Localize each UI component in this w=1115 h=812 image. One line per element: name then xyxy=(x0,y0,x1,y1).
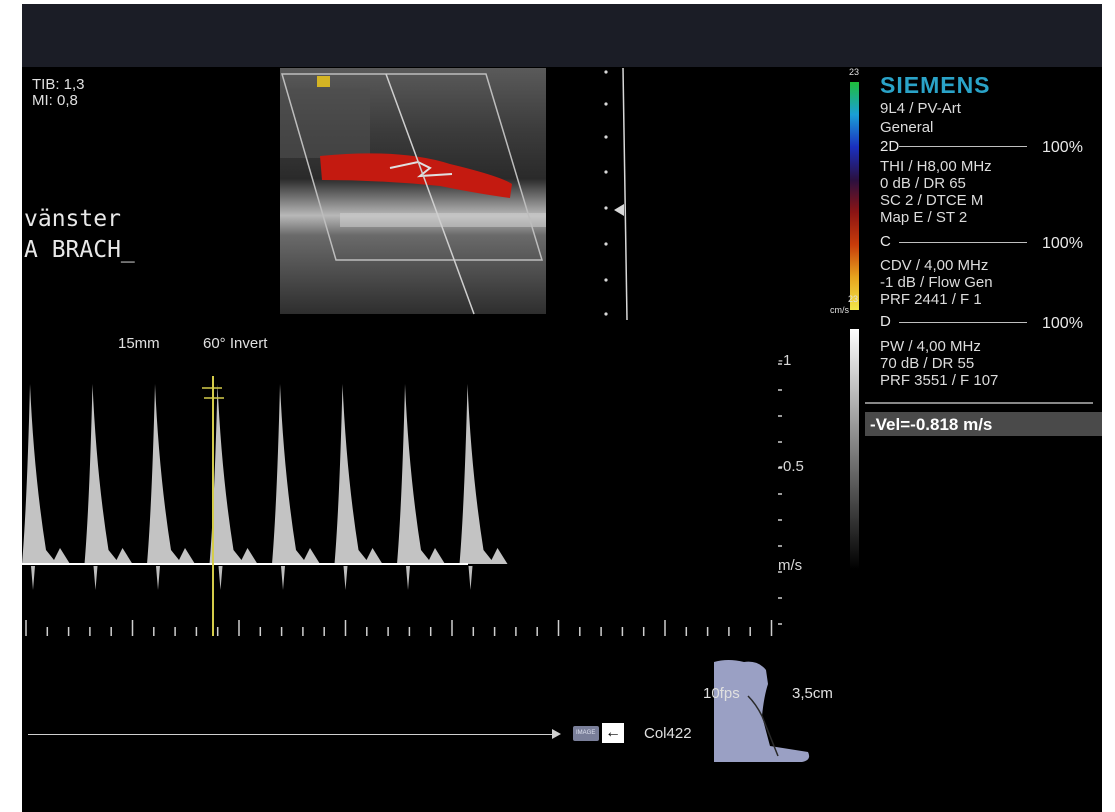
velocity-measurement: -Vel=-0.818 m/s xyxy=(870,415,993,434)
reverse-flow-mark xyxy=(93,566,98,590)
spectral-doppler-trace xyxy=(22,363,782,636)
colormap-icon: IMAGE xyxy=(573,726,599,741)
velocity-scale-label: -1 xyxy=(778,352,792,369)
mode-2d-param: 0 dB / DR 65 xyxy=(880,175,966,192)
mode-2d-line xyxy=(899,146,1027,147)
probe-position-icon xyxy=(714,660,810,762)
doppler-waveform-peak xyxy=(459,384,508,564)
colormap-name: Col422 xyxy=(644,725,692,742)
reverse-flow-mark xyxy=(468,566,473,590)
mode-2d-param: Map E / ST 2 xyxy=(880,209,968,226)
probe-preset: 9L4 / PV-Art xyxy=(880,100,961,117)
frame-rate: 10fps xyxy=(703,685,740,702)
mode-doppler-power: 100% xyxy=(1042,315,1083,332)
doppler-gray-bar xyxy=(850,329,859,569)
measurement-separator xyxy=(865,402,1093,404)
mode-color-label: C xyxy=(880,233,891,250)
doppler-waveform-peak xyxy=(22,384,70,564)
reverse-flow-mark xyxy=(31,566,35,590)
reverse-flow-mark xyxy=(156,566,160,590)
mode-2d-param: THI / H8,00 MHz xyxy=(880,158,992,175)
reverse-flow-mark xyxy=(343,566,348,590)
velocity-scale-label: -0.5 xyxy=(778,458,804,475)
gate-size: 15mm xyxy=(118,335,160,352)
color-scale-bottom: 23 xyxy=(848,294,859,304)
mode-2d-label: 2D xyxy=(880,138,900,155)
mode-color-param: CDV / 4,00 MHz xyxy=(880,257,989,274)
mode-doppler-line xyxy=(899,322,1027,323)
b-mode-image xyxy=(280,68,546,315)
mode-2d-power: 100% xyxy=(1042,139,1083,156)
color-scale-top: 23 xyxy=(849,67,860,77)
mode-2d-param: SC 2 / DTCE M xyxy=(880,192,984,209)
doppler-waveform-peak xyxy=(84,384,133,564)
doppler-waveform-peak xyxy=(209,384,258,564)
mode-color-power: 100% xyxy=(1042,235,1083,252)
reverse-flow-mark xyxy=(406,566,410,590)
annotation-vessel: A BRACH_ xyxy=(24,237,135,263)
brand-logo: SIEMENS xyxy=(880,72,991,98)
timeline-arrow-icon xyxy=(552,729,561,739)
annotation-side: vänster xyxy=(24,206,121,232)
focus-marker-icon xyxy=(614,204,624,216)
reverse-flow-mark xyxy=(281,566,285,590)
exam-preset: General xyxy=(880,119,934,136)
doppler-waveform-peak xyxy=(397,384,445,564)
tib-value: TIB: 1,3 xyxy=(32,76,85,93)
ultrasound-screen: TIB: 1,3 MI: 0,8 vänster A BRACH_ 23 23 … xyxy=(22,4,1102,812)
mode-doppler-param: 70 dB / DR 55 xyxy=(880,355,975,372)
doppler-waveform-peak xyxy=(147,384,195,564)
reverse-flow-mark xyxy=(218,566,223,590)
top-bar xyxy=(22,4,1102,67)
probe-orientation-marker xyxy=(317,76,330,87)
doppler-waveform-peak xyxy=(272,384,320,564)
mode-color-param: PRF 2441 / F 1 xyxy=(880,291,982,308)
color-scale-unit: cm/s xyxy=(830,305,849,315)
angle-correction: 60° Invert xyxy=(203,335,268,352)
back-arrow-icon[interactable]: ← xyxy=(602,723,624,743)
mode-color-param: -1 dB / Flow Gen xyxy=(880,274,993,291)
timeline-line xyxy=(28,734,558,735)
color-velocity-bar xyxy=(850,82,859,310)
doppler-waveform-peak xyxy=(334,384,383,564)
mode-doppler-param: PRF 3551 / F 107 xyxy=(880,372,999,389)
mode-doppler-param: PW / 4,00 MHz xyxy=(880,338,981,355)
display-depth: 3,5cm xyxy=(792,685,833,702)
mi-value: MI: 0,8 xyxy=(32,92,78,109)
velocity-scale-label: m/s xyxy=(778,557,803,574)
depth-scale xyxy=(604,68,628,320)
mode-color-line xyxy=(899,242,1027,243)
mode-doppler-label: D xyxy=(880,313,891,330)
